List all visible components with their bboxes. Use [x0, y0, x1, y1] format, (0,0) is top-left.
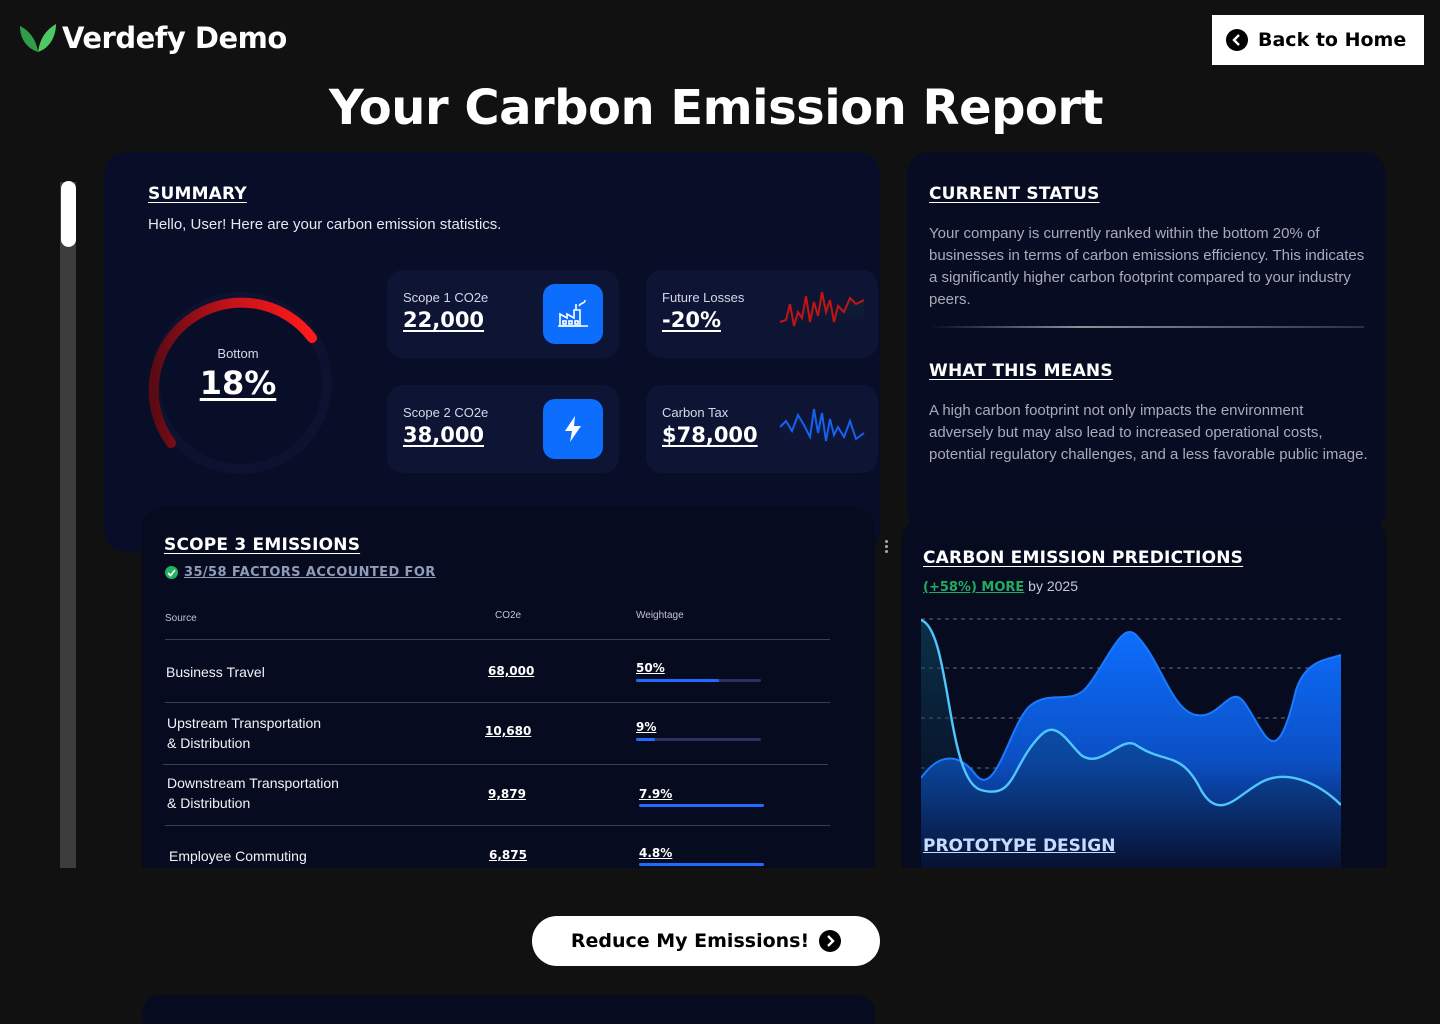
what-this-means-text: A high carbon footprint not only impacts… [929, 402, 1368, 463]
scope2-tile[interactable]: Scope 2 CO2e 38,000 [387, 385, 619, 473]
predictions-subtitle: (+58%) MORE by 2025 [923, 578, 1078, 595]
predictions-highlight: (+58%) MORE [923, 580, 1025, 595]
lightning-icon [543, 399, 603, 459]
weight-bar [636, 679, 761, 682]
carbon-tax-label: Carbon Tax [662, 405, 729, 420]
current-status-text: Your company is currently ranked within … [929, 225, 1365, 308]
factors-accounted[interactable]: 35/58 FACTORS ACCOUNTED FOR [165, 565, 436, 580]
back-to-home-label: Back to Home [1258, 29, 1407, 51]
logo-text: Verdefy Demo [62, 21, 287, 55]
chevron-left-icon [1226, 29, 1248, 51]
factors-accounted-text: 35/58 FACTORS ACCOUNTED FOR [184, 565, 436, 580]
col-weightage: Weightage [636, 610, 684, 621]
scope1-tile[interactable]: Scope 1 CO2e 22,000 [387, 270, 619, 358]
col-co2e: CO2e [495, 610, 522, 621]
scope1-label: Scope 1 CO2e [403, 290, 489, 305]
back-to-home-button[interactable]: Back to Home [1212, 15, 1424, 65]
next-card-preview [142, 995, 875, 1024]
table-row-weight: 7.9% [639, 787, 673, 801]
table-row-co2e: 6,875 [489, 848, 527, 862]
carbon-tax-value: $78,000 [662, 423, 758, 447]
row-divider [163, 764, 828, 765]
page-title: Your Carbon Emission Report [328, 80, 1104, 136]
scrollbar-thumb[interactable] [61, 181, 76, 247]
predictions-area-chart [921, 618, 1341, 868]
logo[interactable]: Verdefy Demo [18, 20, 287, 56]
reduce-emissions-button[interactable]: Reduce My Emissions! [532, 916, 880, 966]
what-this-means-heading: WHAT THIS MEANS [929, 361, 1113, 381]
weight-bar [639, 804, 764, 807]
scope3-heading: SCOPE 3 EMISSIONS [164, 535, 361, 555]
blue-sparkline-icon [779, 408, 865, 449]
weight-bar [639, 863, 764, 866]
table-row-co2e: 10,680 [485, 724, 532, 738]
carbon-tax-tile[interactable]: Carbon Tax $78,000 [646, 385, 878, 473]
row-divider [165, 702, 830, 703]
scope2-value: 38,000 [403, 423, 485, 447]
future-losses-tile[interactable]: Future Losses -20% [646, 270, 878, 358]
table-row-source: Employee Commuting [169, 848, 307, 864]
current-status-heading: CURRENT STATUS [929, 184, 1100, 204]
row-divider [165, 639, 830, 640]
table-row-source: Upstream Transportation & Distribution [167, 715, 322, 751]
table-row-weight: 4.8% [639, 846, 673, 860]
check-circle-icon [165, 566, 178, 579]
future-losses-value: -20% [662, 308, 721, 332]
factory-icon [543, 284, 603, 344]
scrollbar-track[interactable] [60, 182, 76, 868]
col-source: Source [165, 613, 197, 624]
chevron-right-icon [819, 930, 842, 952]
table-row-source: Downstream Transportation & Distribution [167, 775, 339, 811]
more-options-icon[interactable] [882, 540, 890, 553]
weight-bar-fill [639, 863, 764, 866]
red-sparkline-icon [779, 291, 865, 334]
summary-greeting: Hello, User! Here are your carbon emissi… [148, 216, 502, 233]
divider [929, 326, 1364, 328]
scope3-card [142, 506, 875, 868]
table-row-weight: 9% [636, 720, 657, 734]
row-divider [165, 825, 830, 826]
prototype-design-label: PROTOTYPE DESIGN [923, 836, 1116, 856]
predictions-suffix: by 2025 [1024, 578, 1079, 594]
future-losses-label: Future Losses [662, 290, 745, 305]
table-row-co2e: 68,000 [488, 664, 535, 678]
leaf-logo-icon [20, 24, 56, 52]
rank-label: Bottom [217, 346, 259, 361]
summary-heading: SUMMARY [148, 184, 247, 204]
weight-bar-fill [636, 738, 655, 741]
table-row-weight: 50% [636, 661, 665, 675]
weight-bar-fill [639, 804, 764, 807]
table-row-co2e: 9,879 [488, 787, 526, 801]
rank-value: 18% [199, 364, 277, 402]
reduce-emissions-label: Reduce My Emissions! [570, 930, 810, 952]
scope1-value: 22,000 [403, 308, 485, 332]
weight-bar-fill [636, 679, 719, 682]
weight-bar [636, 738, 761, 741]
predictions-heading: CARBON EMISSION PREDICTIONS [923, 548, 1244, 568]
scope2-label: Scope 2 CO2e [403, 405, 489, 420]
table-row-source: Business Travel [166, 664, 265, 680]
status-card [907, 152, 1386, 532]
